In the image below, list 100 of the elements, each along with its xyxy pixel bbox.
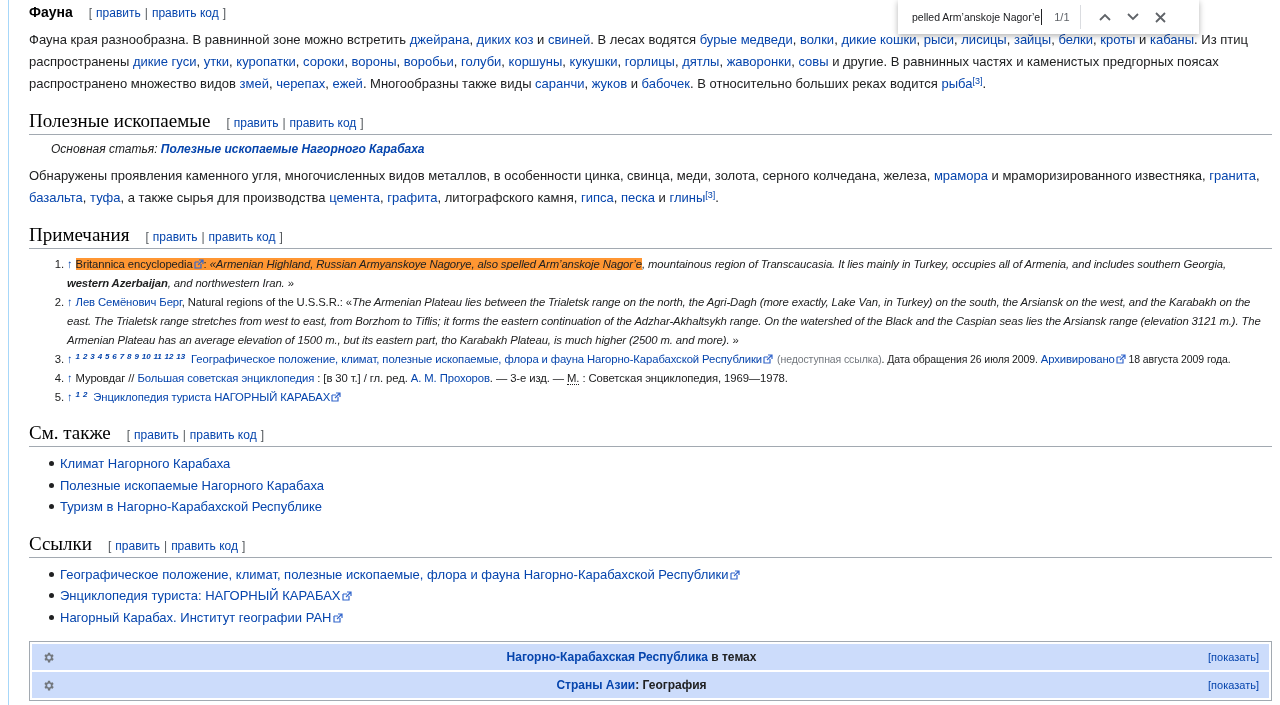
show-toggle[interactable]: [показать] <box>1208 648 1259 666</box>
citation-link[interactable]: [3] <box>705 189 716 200</box>
link[interactable]: белки <box>1058 32 1094 47</box>
link[interactable]: волки <box>799 32 835 47</box>
section-heading: Примечания <box>29 223 130 247</box>
edit-link[interactable]: править <box>115 538 160 553</box>
bracket: ] <box>222 6 227 20</box>
edit-link[interactable]: править <box>152 230 198 244</box>
link[interactable]: гранита <box>1209 168 1256 183</box>
backlink[interactable]: 4 <box>97 352 102 361</box>
link[interactable]: рыси <box>923 32 955 47</box>
external-link[interactable]: Энциклопедия туриста: НАГОРНЫЙ КАРАБАХ <box>60 588 352 603</box>
link[interactable]: мрамора <box>933 168 988 183</box>
link[interactable]: Климат Нагорного Карабаха <box>60 456 231 471</box>
main-article-link[interactable]: Полезные ископаемые Нагорного Карабаха <box>160 142 425 156</box>
gear-icon[interactable] <box>42 678 55 692</box>
external-link[interactable]: Энциклопедия туриста НАГОРНЫЙ КАРАБАХ <box>93 391 342 403</box>
backlink[interactable]: 11 <box>153 352 162 361</box>
external-link[interactable]: Географическое положение, климат, полезные ископаемые, флора и фауна Нагорно-Карабахской Республики <box>191 353 774 365</box>
link[interactable]: бурые медведи <box>699 32 793 47</box>
link[interactable]: Полезные ископаемые Нагорного Карабаха <box>60 477 325 493</box>
bullet-icon <box>49 461 54 467</box>
paragraph: Обнаружены проявления каменного угля, многочисленных видов металлов, в особенности цинка, свинца, меди, золота, серного колчедана, железа, мрамора и мраморизированного известняка, гранита, базальта, туфа, а также сырья для производства цемента, графита, литографского камня, гипса, песка и глины$^{[3]}$. <box>29 167 1261 207</box>
bracket: [ <box>108 538 112 553</box>
link[interactable]: ежей <box>332 76 363 91</box>
external-link[interactable]: Архивировано <box>1040 353 1126 365</box>
link[interactable]: А. М. Прохоров <box>410 372 490 384</box>
backlink[interactable]: 2 <box>82 390 88 399</box>
link[interactable]: Большая советская энциклопедия <box>137 372 315 384</box>
separator: | <box>182 428 186 442</box>
backlink-arrow[interactable]: ↑ <box>67 353 73 365</box>
edit-link[interactable]: править <box>134 428 179 442</box>
section-heading: Полезные ископаемые <box>29 109 211 133</box>
backlink[interactable]: 6 <box>112 352 117 361</box>
link[interactable]: кукушки <box>569 54 618 69</box>
link[interactable]: вороны <box>351 54 397 69</box>
bullet-icon <box>49 504 54 510</box>
link[interactable]: воробьи <box>403 54 454 69</box>
edit-source-link[interactable]: править код <box>189 428 257 442</box>
backlink[interactable]: 12 <box>164 352 174 361</box>
bracket: [ <box>88 6 93 20</box>
edit-source-link[interactable]: править код <box>171 538 238 553</box>
link[interactable]: диких коз <box>476 32 534 47</box>
backlink-arrow[interactable]: ↑ <box>67 372 73 384</box>
link[interactable]: совы <box>798 54 829 69</box>
external-link-icon <box>1115 354 1126 364</box>
separator: | <box>164 538 168 553</box>
backlink[interactable]: 1 <box>75 390 80 399</box>
find-input[interactable]: pelled Arm’anskoje Nagor’e <box>912 9 1043 25</box>
show-toggle[interactable]: [показать] <box>1208 676 1259 694</box>
link[interactable]: гипса <box>580 190 614 205</box>
backlink[interactable]: 10 <box>141 352 151 361</box>
edit-source-link[interactable]: править код <box>208 230 276 244</box>
backlink-arrow[interactable]: ↑ <box>67 258 73 270</box>
gear-icon[interactable] <box>42 650 55 664</box>
link[interactable]: куропатки <box>236 54 296 69</box>
link[interactable]: змей <box>239 76 269 91</box>
section-heading: См. также <box>29 421 111 445</box>
backlink-arrow[interactable]: ↑ <box>67 391 73 403</box>
backlink[interactable]: 1 <box>75 352 80 361</box>
external-link[interactable]: Географическое положение, климат, полезные ископаемые, флора и фауна Нагорно-Карабахской Республики <box>60 566 740 582</box>
link[interactable]: лисицы <box>961 32 1007 47</box>
backlink[interactable]: 9 <box>134 352 139 361</box>
bracket: ] <box>241 538 246 553</box>
edit-link[interactable]: править <box>233 116 279 130</box>
navbox-title-link[interactable]: Нагорно-Карабахская Республика <box>506 650 708 664</box>
separator: | <box>282 116 286 130</box>
edit-source-link[interactable]: править код <box>289 116 357 130</box>
external-link-icon <box>331 392 342 402</box>
link[interactable]: Туризм в Нагорно-Карабахской Республике <box>60 499 323 514</box>
external-link[interactable]: Нагорный Карабах. Институт географии РАН <box>60 609 343 625</box>
backlink[interactable]: 3 <box>90 352 95 361</box>
backlink[interactable]: 7 <box>119 352 125 361</box>
backlink[interactable]: 2 <box>82 352 88 361</box>
link[interactable]: кроты <box>1100 32 1136 47</box>
link[interactable]: утки <box>203 54 230 69</box>
match-count: 1/1 <box>1054 9 1070 25</box>
link[interactable]: бабочек <box>641 76 690 91</box>
backlink[interactable]: 5 <box>105 352 110 361</box>
backlink-arrow[interactable]: ↑ <box>67 296 73 308</box>
reference-text: ↑ Britannica encyclopedia : «Armenian Highland, Russian Armyanskoye Nagorye, also spelled Arm’anskoje Nagor’e, mountainous region of Transcaucasia. It lies mainly in Turkey, occupies all of Armenia, and includes southern Georgia, western Azerbaijan, and northwestern Iran. » <box>67 257 1228 291</box>
chevron-down-icon <box>1126 13 1139 21</box>
edit-link[interactable]: править <box>96 6 141 20</box>
external-link-icon <box>341 591 352 601</box>
bracket: [ <box>145 230 149 244</box>
link[interactable]: графита <box>387 190 438 205</box>
navbox-title: в темах <box>710 650 757 664</box>
link[interactable]: песка <box>621 190 655 205</box>
backlink[interactable]: 8 <box>127 352 132 361</box>
link[interactable]: базальта <box>29 190 83 205</box>
edit-source-link[interactable]: править код <box>151 6 219 20</box>
link[interactable]: горлицы <box>624 54 675 69</box>
backlink[interactable]: 13 <box>176 352 185 361</box>
bullet-icon <box>49 593 54 599</box>
link[interactable]: жуков <box>591 76 628 91</box>
external-link[interactable]: Britannica encyclopedia <box>75 258 204 270</box>
bracket: ] <box>360 116 364 130</box>
link[interactable]: саранчи <box>535 76 585 91</box>
link[interactable]: Лев Семёнович Берг <box>75 296 182 308</box>
citation-link[interactable]: [3] <box>972 75 983 86</box>
